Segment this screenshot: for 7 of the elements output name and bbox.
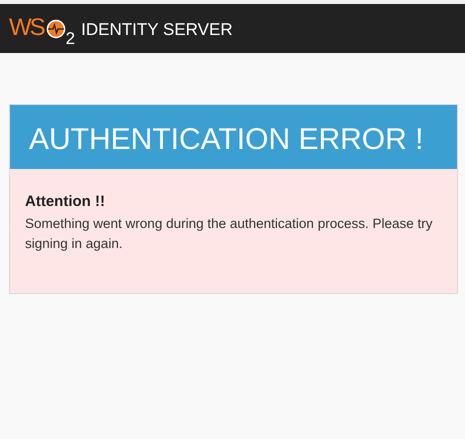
error-message: Something went wrong during the authentication process. Please try signing in again.	[25, 215, 434, 253]
product-name: IDENTITY SERVER	[81, 20, 233, 40]
logo-subscript: 2	[66, 30, 76, 46]
pulse-circle-icon	[46, 18, 66, 38]
error-title: AUTHENTICATION ERROR !	[10, 105, 457, 169]
error-heading: Attention !!	[25, 193, 106, 210]
logo-text: WS	[9, 16, 44, 40]
